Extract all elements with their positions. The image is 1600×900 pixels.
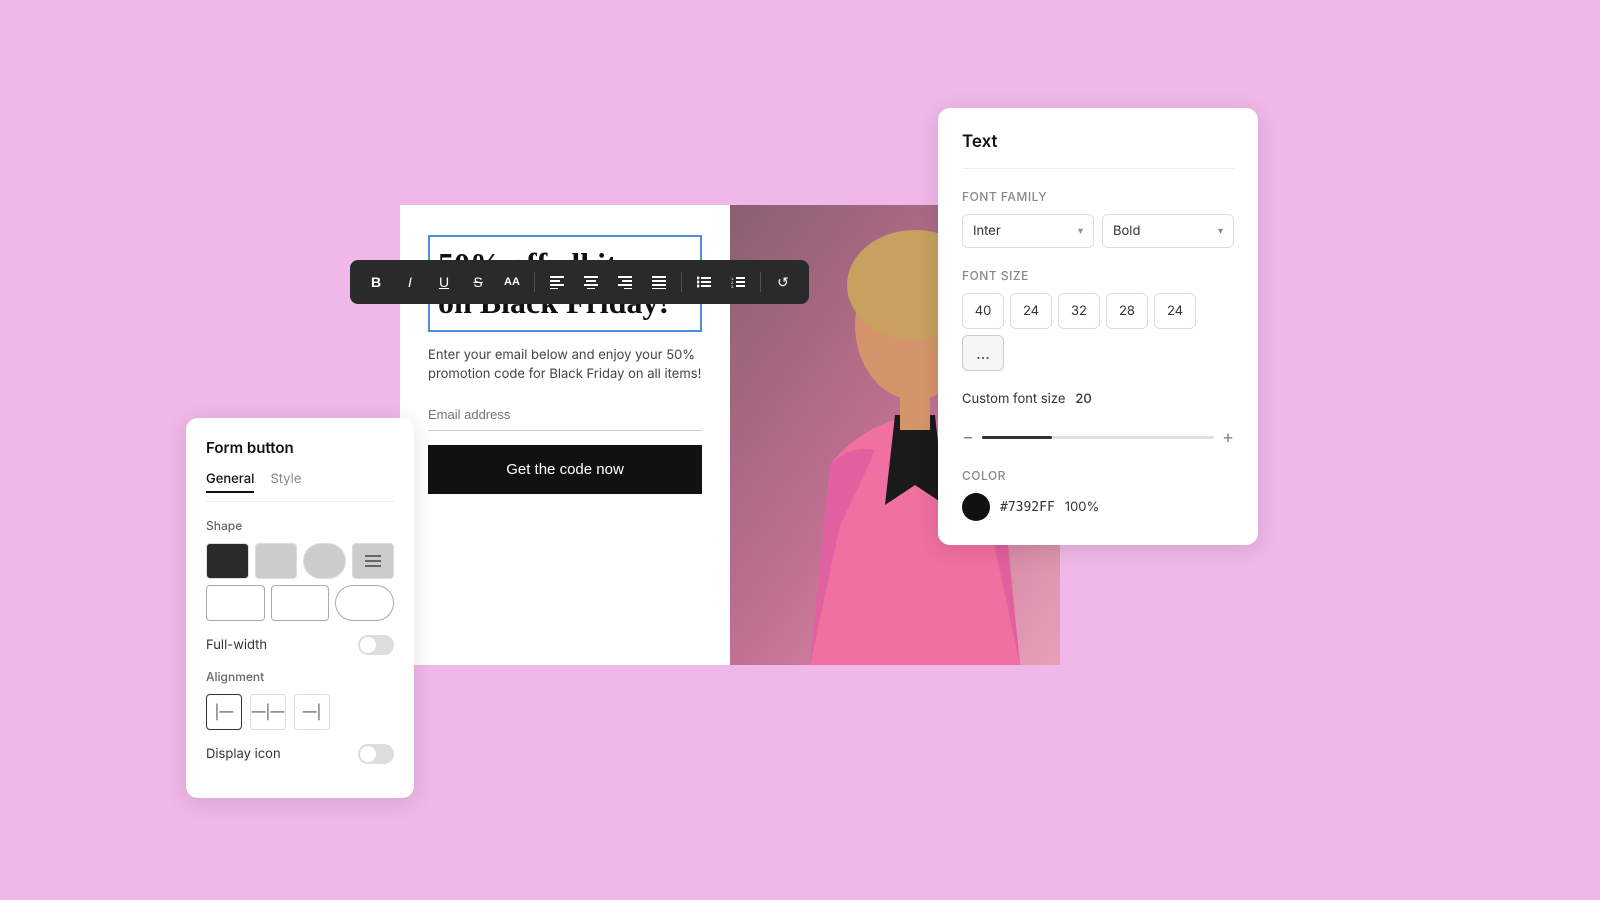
color-hex: #7392FF (1000, 500, 1055, 515)
cta-button[interactable]: Get the code now (428, 445, 702, 494)
align-left-option[interactable]: |— (206, 694, 242, 730)
slider-minus[interactable]: − (962, 427, 974, 448)
custom-font-size-row: Custom font size 20 (962, 391, 1234, 407)
slider-fill (982, 436, 1052, 439)
font-size-label: Font size (962, 268, 1234, 283)
font-size-24a[interactable]: 24 (1010, 293, 1052, 329)
font-size-24b[interactable]: 24 (1154, 293, 1196, 329)
font-size-more[interactable]: ... (962, 335, 1004, 371)
font-family-label: Font family (962, 189, 1234, 204)
shape-label: Shape (206, 518, 394, 533)
font-family-select[interactable]: Inter ▾ (962, 214, 1094, 248)
full-width-toggle[interactable] (358, 635, 394, 655)
font-sizes: 40 24 32 28 24 ... (962, 293, 1234, 371)
email-input[interactable] (428, 399, 702, 431)
color-swatch[interactable] (962, 493, 990, 521)
font-size-32[interactable]: 32 (1058, 293, 1100, 329)
align-left-button[interactable] (543, 268, 571, 296)
shape-outline-pill[interactable] (335, 585, 394, 621)
text-toolbar: B I U S AA 1.2.3. ↺ (350, 260, 809, 304)
full-width-row: Full-width (206, 635, 394, 655)
shape-lines[interactable] (352, 543, 395, 579)
align-right-option[interactable]: —| (294, 694, 330, 730)
shape-outline-square[interactable] (206, 585, 265, 621)
ordered-list-button[interactable]: 1.2.3. (724, 268, 752, 296)
panel-tabs: General Style (206, 471, 394, 502)
toolbar-separator-1 (534, 272, 535, 292)
bold-button[interactable]: B (362, 268, 390, 296)
shape-grid-row1 (206, 543, 394, 579)
shape-pill[interactable] (303, 543, 346, 579)
font-size-40[interactable]: 40 (962, 293, 1004, 329)
unordered-list-button[interactable] (690, 268, 718, 296)
shape-square-filled[interactable] (206, 543, 249, 579)
underline-button[interactable]: U (430, 268, 458, 296)
undo-button[interactable]: ↺ (769, 268, 797, 296)
align-right-button[interactable] (611, 268, 639, 296)
alignment-label: Alignment (206, 669, 394, 684)
strikethrough-button[interactable]: S (464, 268, 492, 296)
font-size-28[interactable]: 28 (1106, 293, 1148, 329)
align-center-option[interactable]: —|— (250, 694, 286, 730)
custom-font-size-value: 20 (1075, 391, 1091, 407)
font-size-slider-row: − + (962, 427, 1234, 448)
form-button-panel-title: Form button (206, 438, 394, 457)
shape-rounded-sm[interactable] (255, 543, 298, 579)
form-button-panel: Form button General Style Shape Full-wid… (186, 418, 414, 798)
color-row: #7392FF 100% (962, 493, 1234, 521)
font-selectors: Inter ▾ Bold ▾ (962, 214, 1234, 248)
shape-grid-row2 (206, 585, 394, 621)
font-weight-value: Bold (1113, 223, 1140, 239)
font-family-value: Inter (973, 223, 1001, 239)
tab-style[interactable]: Style (270, 471, 301, 493)
color-label: Color (962, 468, 1234, 483)
slider-plus[interactable]: + (1222, 427, 1234, 448)
uppercase-button[interactable]: AA (498, 268, 526, 296)
color-opacity: 100% (1065, 499, 1099, 515)
alignment-row: |— —|— —| (206, 694, 394, 730)
italic-button[interactable]: I (396, 268, 424, 296)
font-weight-arrow: ▾ (1218, 225, 1223, 237)
toolbar-separator-2 (681, 272, 682, 292)
slider-track[interactable] (982, 436, 1214, 439)
text-panel-title: Text (962, 132, 1234, 169)
justify-button[interactable] (645, 268, 673, 296)
font-weight-select[interactable]: Bold ▾ (1102, 214, 1234, 248)
display-icon-row: Display icon (206, 744, 394, 764)
font-family-arrow: ▾ (1078, 225, 1083, 237)
custom-font-size-label: Custom font size (962, 391, 1065, 407)
tab-general[interactable]: General (206, 471, 254, 493)
shape-outline-rounded[interactable] (271, 585, 330, 621)
full-width-label: Full-width (206, 637, 267, 653)
lines-icon (365, 555, 381, 567)
subtext: Enter your email below and enjoy your 50… (428, 346, 702, 385)
display-icon-toggle[interactable] (358, 744, 394, 764)
toolbar-separator-3 (760, 272, 761, 292)
text-panel: Text Font family Inter ▾ Bold ▾ Font siz… (938, 108, 1258, 545)
align-center-button[interactable] (577, 268, 605, 296)
display-icon-label: Display icon (206, 746, 281, 762)
svg-text:3.: 3. (731, 284, 734, 288)
